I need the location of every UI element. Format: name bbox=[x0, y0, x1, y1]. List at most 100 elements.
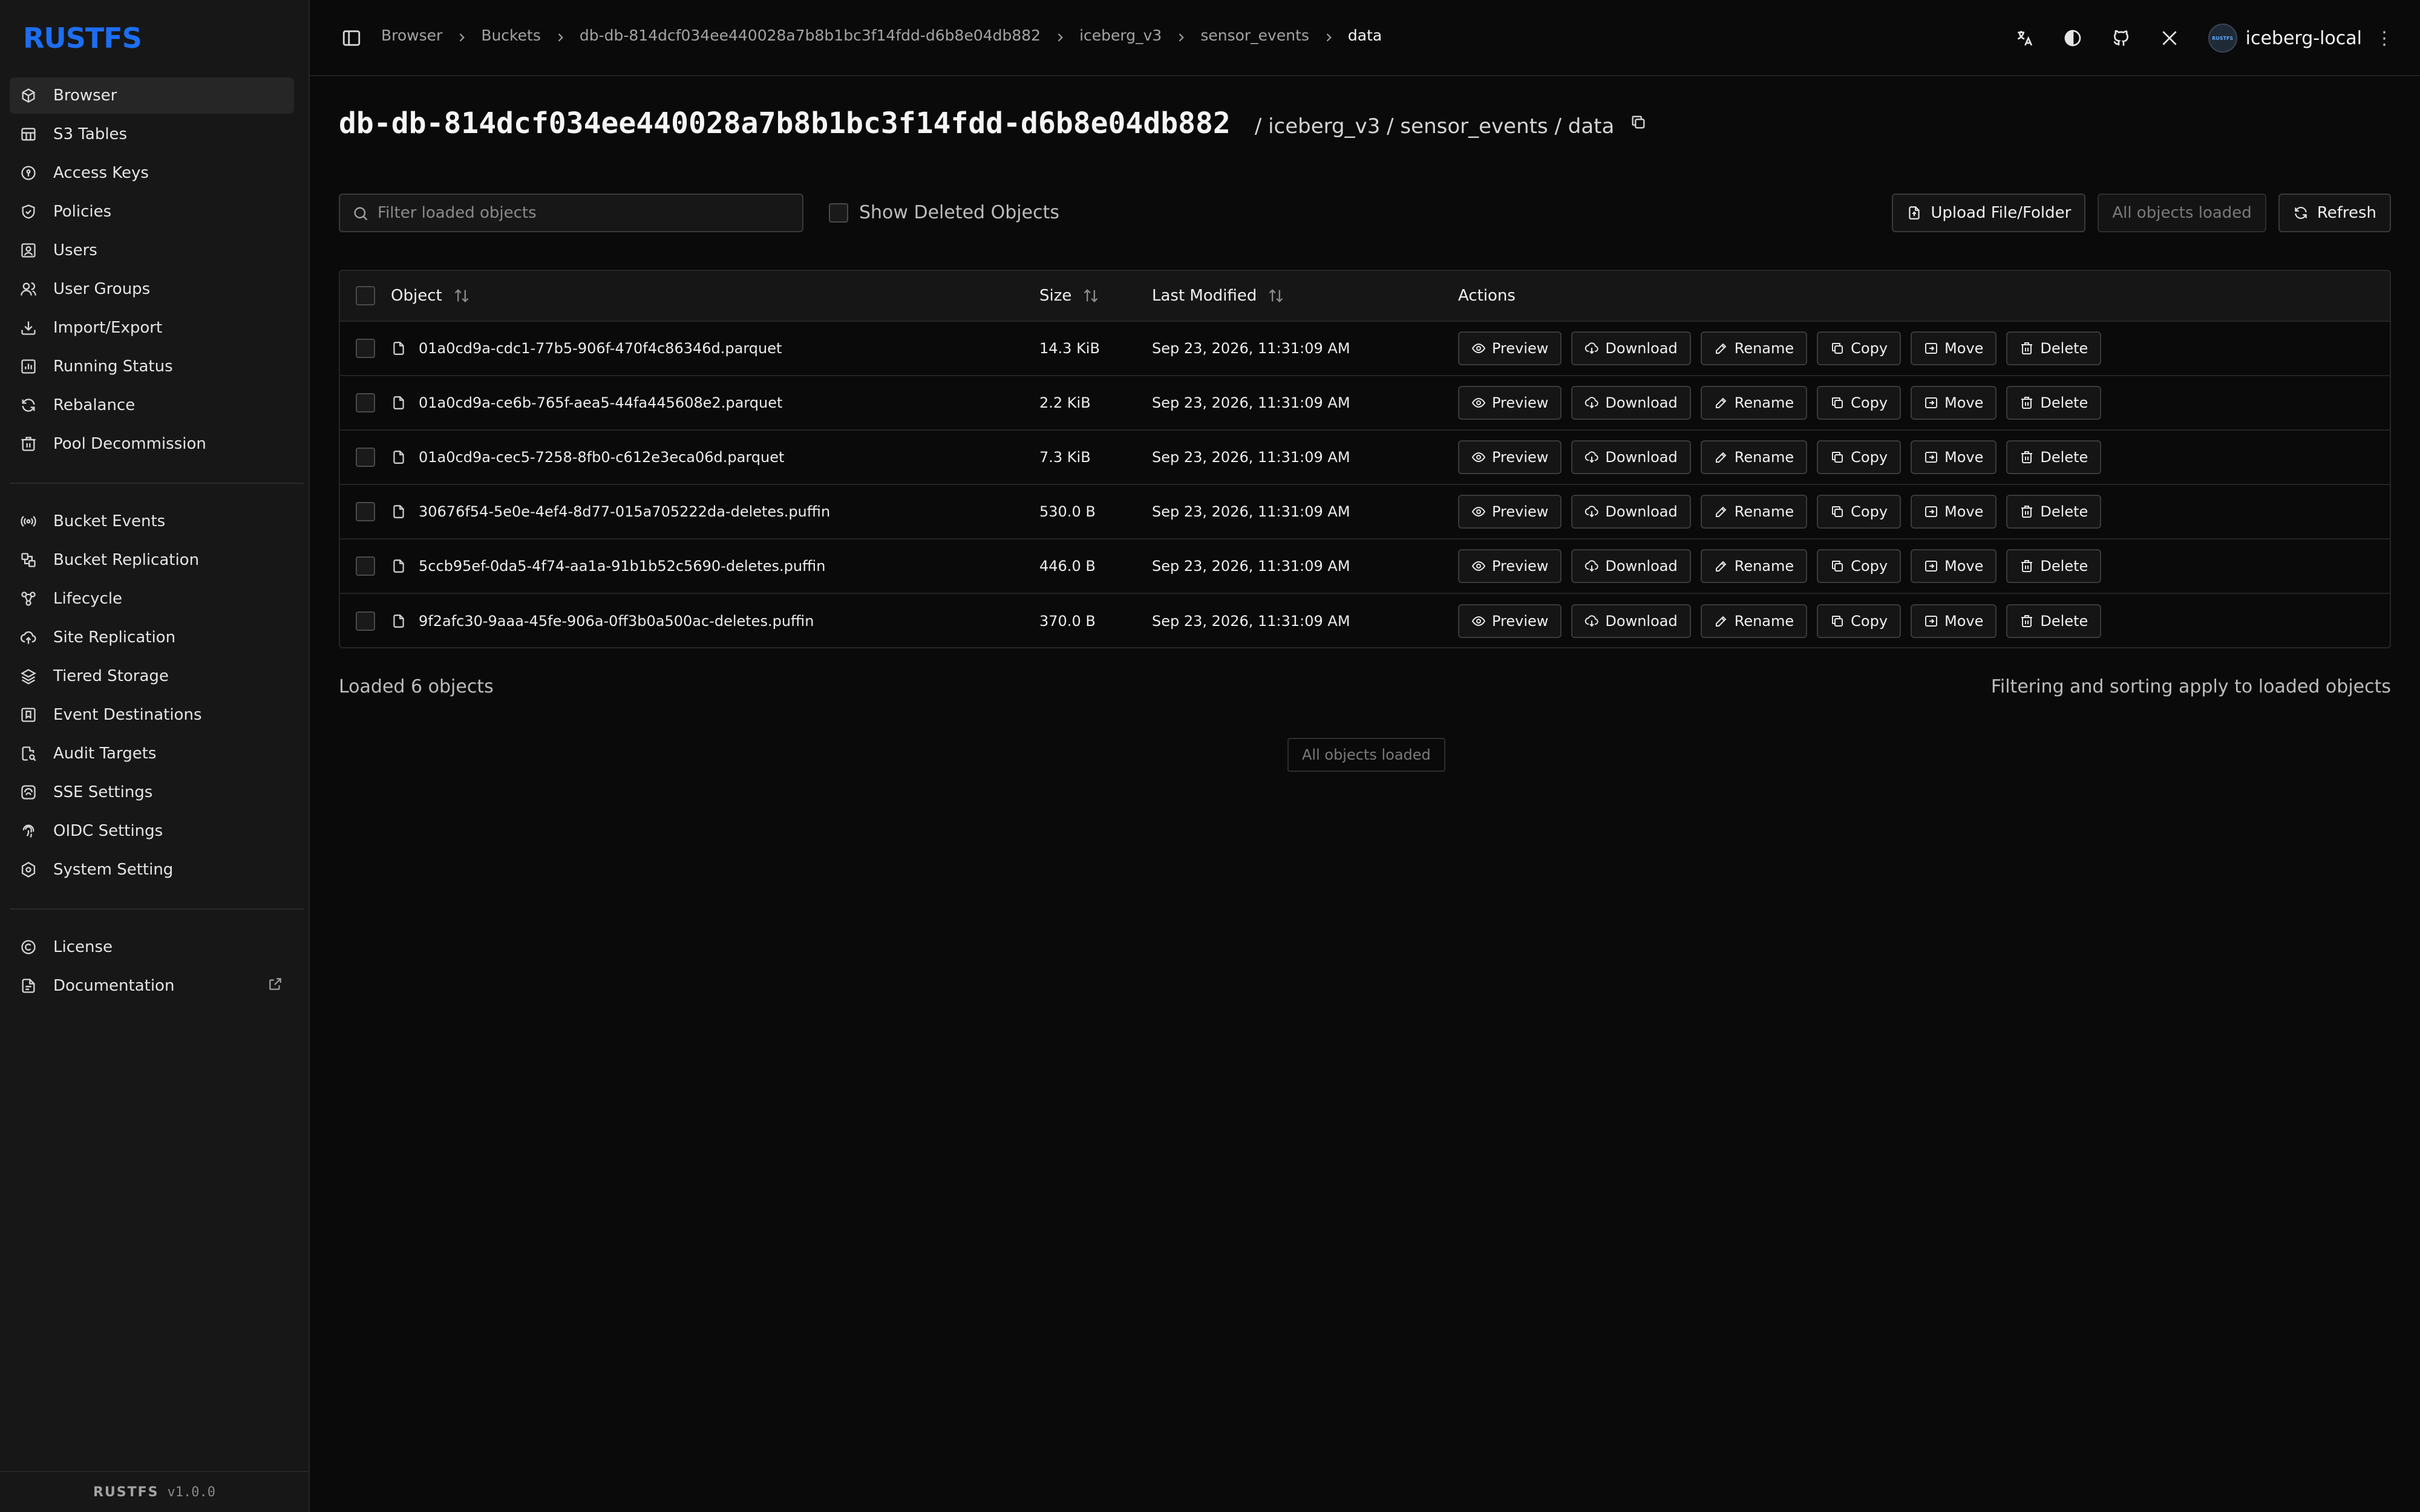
object-name[interactable]: 9f2afc30-9aaa-45fe-906a-0ff3b0a500ac-del… bbox=[419, 613, 814, 630]
object-name[interactable]: 01a0cd9a-cdc1-77b5-906f-470f4c86346d.par… bbox=[419, 340, 782, 357]
breadcrumb-item[interactable]: db-db-814dcf034ee440028a7b8b1bc3f14fdd-d… bbox=[580, 27, 1041, 44]
upload-button[interactable]: Upload File/Folder bbox=[1892, 194, 2086, 232]
select-all-checkbox[interactable] bbox=[356, 286, 375, 305]
sidebar-item-site-replication[interactable]: Site Replication bbox=[10, 619, 294, 656]
download-button[interactable]: Download bbox=[1571, 495, 1691, 529]
preview-button[interactable]: Preview bbox=[1458, 386, 1562, 420]
sidebar-item-users[interactable]: Users bbox=[10, 232, 294, 269]
copy-button[interactable]: Copy bbox=[1817, 604, 1902, 638]
sidebar-item-audit-targets[interactable]: Audit Targets bbox=[10, 735, 294, 772]
sidebar-item-import-export[interactable]: Import/Export bbox=[10, 310, 294, 346]
move-button[interactable]: Move bbox=[1911, 331, 1997, 365]
sidebar-item-browser[interactable]: Browser bbox=[10, 77, 294, 114]
sidebar-item-s3-tables[interactable]: S3 Tables bbox=[10, 116, 294, 152]
sidebar-item-documentation[interactable]: Documentation bbox=[10, 968, 294, 1004]
object-cell[interactable]: 01a0cd9a-cec5-7258-8fb0-c612e3eca06d.par… bbox=[391, 449, 1039, 466]
copy-button[interactable]: Copy bbox=[1817, 331, 1902, 365]
show-deleted-checkbox[interactable] bbox=[829, 203, 848, 223]
preview-button[interactable]: Preview bbox=[1458, 549, 1562, 583]
table-row[interactable]: 01a0cd9a-ce6b-765f-aea5-44fa445608e2.par… bbox=[340, 376, 2390, 431]
rename-button[interactable]: Rename bbox=[1700, 331, 1808, 365]
sort-icon[interactable] bbox=[453, 287, 470, 304]
x-twitter-icon[interactable] bbox=[2145, 23, 2194, 53]
table-row[interactable]: 01a0cd9a-cec5-7258-8fb0-c612e3eca06d.par… bbox=[340, 431, 2390, 485]
object-cell[interactable]: 01a0cd9a-ce6b-765f-aea5-44fa445608e2.par… bbox=[391, 394, 1039, 411]
preview-button[interactable]: Preview bbox=[1458, 331, 1562, 365]
delete-button[interactable]: Delete bbox=[2006, 331, 2102, 365]
move-button[interactable]: Move bbox=[1911, 549, 1997, 583]
copy-path-icon[interactable] bbox=[1630, 114, 1647, 133]
preview-button[interactable]: Preview bbox=[1458, 440, 1562, 474]
sidebar-item-bucket-replication[interactable]: Bucket Replication bbox=[10, 542, 294, 578]
object-name[interactable]: 5ccb95ef-0da5-4f74-aa1a-91b1b52c5690-del… bbox=[419, 558, 825, 575]
copy-button[interactable]: Copy bbox=[1817, 549, 1902, 583]
sidebar-item-system-setting[interactable]: System Setting bbox=[10, 852, 294, 888]
rustfs-logo[interactable]: RUSTFS bbox=[23, 22, 142, 54]
delete-button[interactable]: Delete bbox=[2006, 440, 2102, 474]
copy-button[interactable]: Copy bbox=[1817, 440, 1902, 474]
object-cell[interactable]: 01a0cd9a-cdc1-77b5-906f-470f4c86346d.par… bbox=[391, 340, 1039, 357]
rename-button[interactable]: Rename bbox=[1700, 495, 1808, 529]
github-icon[interactable] bbox=[2097, 23, 2145, 53]
sort-icon[interactable] bbox=[1082, 287, 1099, 304]
sidebar-item-oidc-settings[interactable]: OIDC Settings bbox=[10, 813, 294, 849]
row-checkbox[interactable] bbox=[356, 339, 375, 358]
kebab-menu-icon[interactable]: ⋮ bbox=[2375, 28, 2393, 49]
preview-button[interactable]: Preview bbox=[1458, 604, 1562, 638]
row-checkbox[interactable] bbox=[356, 502, 375, 521]
object-cell[interactable]: 30676f54-5e0e-4ef4-8d77-015a705222da-del… bbox=[391, 503, 1039, 520]
copy-button[interactable]: Copy bbox=[1817, 386, 1902, 420]
sidebar-item-lifecycle[interactable]: Lifecycle bbox=[10, 581, 294, 617]
sidebar-toggle-icon[interactable] bbox=[341, 28, 362, 51]
row-checkbox[interactable] bbox=[356, 448, 375, 467]
download-button[interactable]: Download bbox=[1571, 604, 1691, 638]
column-header-size[interactable]: Size bbox=[1039, 287, 1152, 305]
refresh-button[interactable]: Refresh bbox=[2278, 194, 2391, 232]
column-header-last-modified[interactable]: Last Modified bbox=[1152, 287, 1458, 305]
breadcrumb-item[interactable]: Buckets bbox=[481, 27, 541, 44]
user-menu[interactable]: RUSTFS iceberg-local ⋮ bbox=[2208, 24, 2393, 53]
download-button[interactable]: Download bbox=[1571, 549, 1691, 583]
object-cell[interactable]: 5ccb95ef-0da5-4f74-aa1a-91b1b52c5690-del… bbox=[391, 558, 1039, 575]
all-objects-loaded-button[interactable]: All objects loaded bbox=[2098, 194, 2266, 232]
rename-button[interactable]: Rename bbox=[1700, 386, 1808, 420]
table-row[interactable]: 30676f54-5e0e-4ef4-8d77-015a705222da-del… bbox=[340, 485, 2390, 539]
sidebar-item-pool-decommission[interactable]: Pool Decommission bbox=[10, 426, 294, 462]
delete-button[interactable]: Delete bbox=[2006, 549, 2102, 583]
download-button[interactable]: Download bbox=[1571, 440, 1691, 474]
sort-icon[interactable] bbox=[1267, 287, 1284, 304]
delete-button[interactable]: Delete bbox=[2006, 386, 2102, 420]
rename-button[interactable]: Rename bbox=[1700, 604, 1808, 638]
row-checkbox[interactable] bbox=[356, 393, 375, 412]
preview-button[interactable]: Preview bbox=[1458, 495, 1562, 529]
object-name[interactable]: 01a0cd9a-ce6b-765f-aea5-44fa445608e2.par… bbox=[419, 394, 782, 411]
sidebar-item-policies[interactable]: Policies bbox=[10, 194, 294, 230]
filter-input[interactable] bbox=[378, 204, 789, 222]
row-checkbox[interactable] bbox=[356, 611, 375, 631]
download-button[interactable]: Download bbox=[1571, 331, 1691, 365]
breadcrumb-item[interactable]: sensor_events bbox=[1200, 27, 1309, 44]
column-header-object[interactable]: Object bbox=[391, 287, 1039, 305]
table-row[interactable]: 5ccb95ef-0da5-4f74-aa1a-91b1b52c5690-del… bbox=[340, 539, 2390, 594]
sidebar-item-running-status[interactable]: Running Status bbox=[10, 348, 294, 385]
row-checkbox[interactable] bbox=[356, 556, 375, 576]
object-name[interactable]: 30676f54-5e0e-4ef4-8d77-015a705222da-del… bbox=[419, 503, 830, 520]
breadcrumb-item[interactable]: Browser bbox=[381, 27, 442, 44]
theme-toggle-icon[interactable] bbox=[2049, 23, 2097, 53]
rename-button[interactable]: Rename bbox=[1700, 549, 1808, 583]
language-icon[interactable] bbox=[2000, 23, 2049, 53]
download-button[interactable]: Download bbox=[1571, 386, 1691, 420]
move-button[interactable]: Move bbox=[1911, 440, 1997, 474]
object-cell[interactable]: 9f2afc30-9aaa-45fe-906a-0ff3b0a500ac-del… bbox=[391, 613, 1039, 630]
move-button[interactable]: Move bbox=[1911, 604, 1997, 638]
sidebar-item-tiered-storage[interactable]: Tiered Storage bbox=[10, 658, 294, 694]
object-name[interactable]: 01a0cd9a-cec5-7258-8fb0-c612e3eca06d.par… bbox=[419, 449, 784, 466]
move-button[interactable]: Move bbox=[1911, 495, 1997, 529]
sidebar-item-bucket-events[interactable]: Bucket Events bbox=[10, 503, 294, 539]
sidebar-item-user-groups[interactable]: User Groups bbox=[10, 271, 294, 307]
show-deleted-toggle[interactable]: Show Deleted Objects bbox=[829, 202, 1059, 223]
copy-button[interactable]: Copy bbox=[1817, 495, 1902, 529]
sidebar-item-access-keys[interactable]: Access Keys bbox=[10, 155, 294, 191]
table-row[interactable]: 9f2afc30-9aaa-45fe-906a-0ff3b0a500ac-del… bbox=[340, 594, 2390, 647]
sidebar-item-event-destinations[interactable]: Event Destinations bbox=[10, 697, 294, 733]
